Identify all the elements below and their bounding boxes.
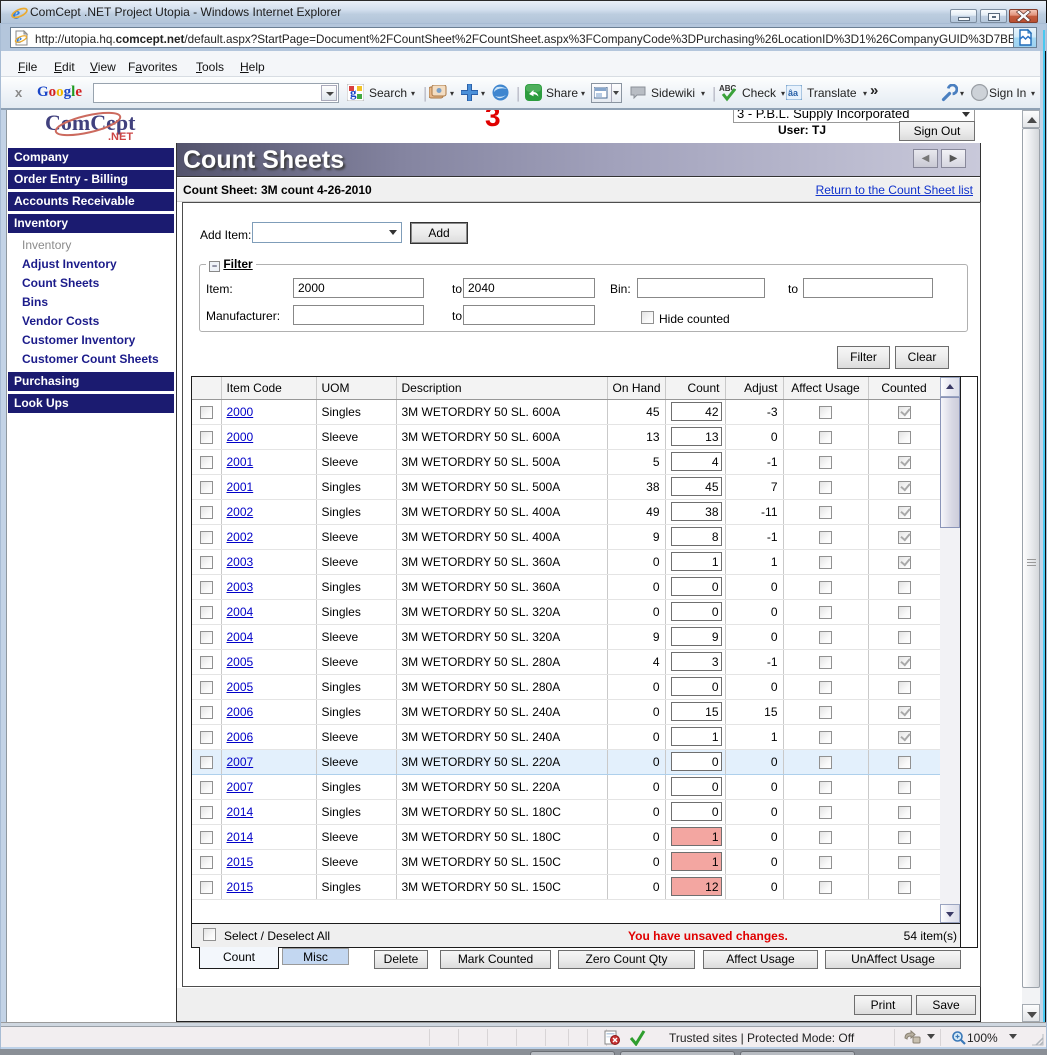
svg-text:âa: âa — [788, 88, 799, 98]
svg-text:.NET: .NET — [108, 131, 133, 142]
svg-text:e: e — [17, 32, 23, 46]
